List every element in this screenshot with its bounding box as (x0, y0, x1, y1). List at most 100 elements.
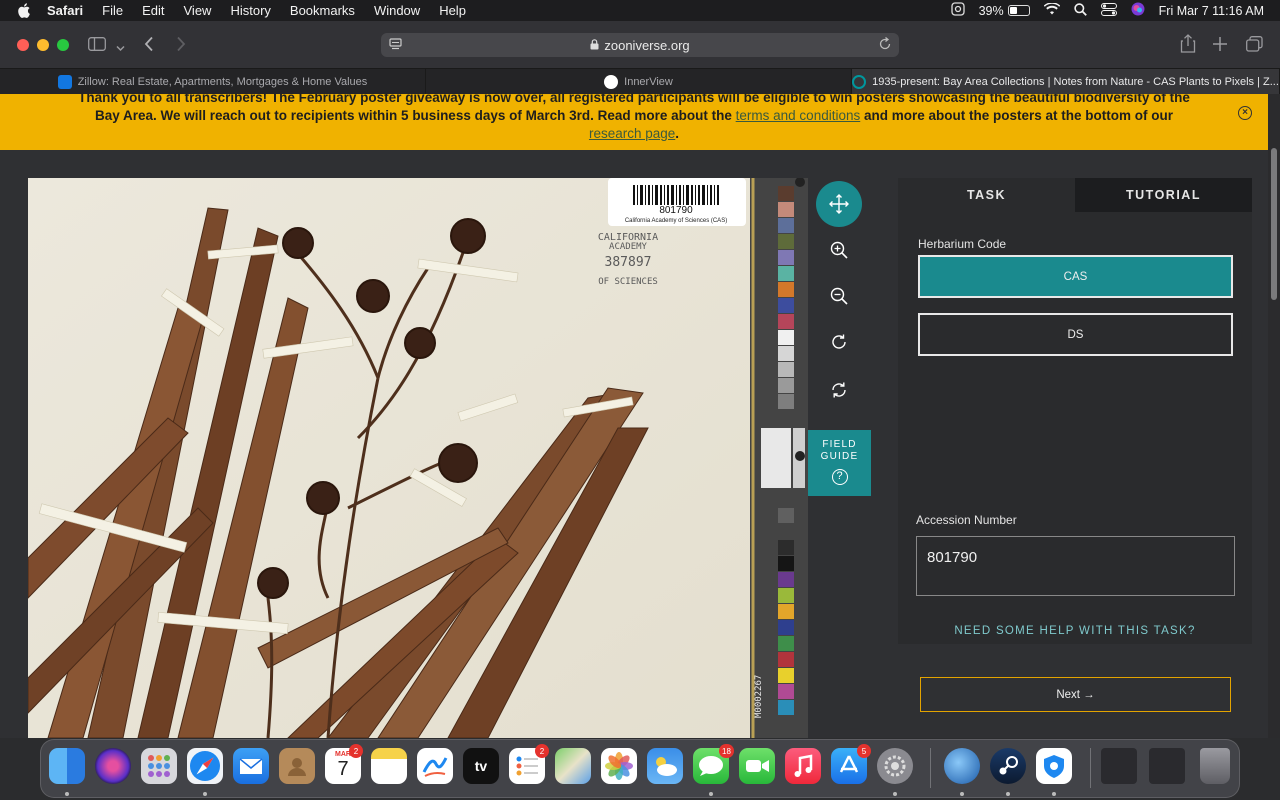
freeform-icon[interactable] (417, 748, 453, 784)
menu-edit[interactable]: Edit (142, 3, 164, 18)
minimized-window-2-icon[interactable] (1149, 748, 1185, 784)
herbarium-option-ds[interactable]: DS (918, 313, 1233, 356)
specimen-image[interactable]: 801790 California Academy of Sciences (C… (28, 178, 808, 738)
lock-icon (590, 38, 599, 53)
next-button[interactable]: Next → (920, 677, 1231, 712)
herbarium-option-cas[interactable]: CAS (918, 255, 1233, 298)
weather-icon[interactable] (647, 748, 683, 784)
back-button[interactable] (144, 36, 154, 57)
task-tabs: TASK TUTORIAL (898, 178, 1252, 212)
menu-window[interactable]: Window (374, 3, 420, 18)
barcode-caption: California Academy of Sciences (CAS) (625, 218, 727, 224)
menu-app-safari[interactable]: Safari (47, 3, 83, 18)
zooniverse-icon (852, 75, 867, 89)
maps-icon[interactable] (555, 748, 591, 784)
rotate-icon (832, 334, 846, 349)
launchpad-icon[interactable] (141, 748, 177, 784)
new-tab-icon[interactable] (1213, 37, 1227, 56)
calendar-day: 7 (337, 758, 349, 780)
tab-overview-icon[interactable] (1246, 36, 1263, 57)
reset-view-button[interactable] (816, 367, 862, 413)
wifi-icon[interactable] (1043, 2, 1060, 18)
menu-file[interactable]: File (102, 3, 123, 18)
stamp-line-2: ACADEMY (609, 242, 648, 252)
reset-icon (832, 382, 846, 398)
banner-line-3: research page. (60, 125, 1208, 143)
url-text: zooniverse.org (604, 37, 690, 53)
system-settings-icon[interactable] (877, 748, 913, 784)
mail-icon[interactable] (233, 748, 269, 784)
safari-dock-icon[interactable] (187, 748, 223, 784)
forward-button[interactable] (176, 36, 186, 57)
battery-status[interactable]: 39% (979, 4, 1030, 18)
apple-icon[interactable] (17, 3, 31, 18)
announcement-banner: Thank you to all transcribers! The Febru… (0, 94, 1268, 150)
reminders-badge: 2 (535, 744, 549, 758)
siri-dock-icon[interactable] (95, 748, 131, 784)
zoom-in-button[interactable] (816, 227, 862, 273)
zoom-out-icon (830, 287, 848, 305)
field-guide-button[interactable]: FIELD GUIDE ? (808, 430, 871, 496)
control-center-icon[interactable] (1100, 2, 1117, 19)
share-icon[interactable] (1180, 34, 1196, 58)
help-task-link[interactable]: NEED SOME HELP WITH THIS TASK? (898, 625, 1252, 637)
zoom-window-button[interactable] (57, 38, 69, 51)
reader-view-icon[interactable] (389, 38, 402, 54)
contacts-icon[interactable] (279, 748, 315, 784)
trash-icon[interactable] (1200, 748, 1230, 784)
close-window-button[interactable] (17, 38, 29, 51)
reload-icon[interactable] (879, 36, 891, 53)
tab-zillow[interactable]: Zillow: Real Estate, Apartments, Mortgag… (0, 69, 426, 95)
minimize-window-button[interactable] (37, 38, 49, 51)
messages-badge: 18 (719, 744, 734, 758)
tab-group-chevron-icon[interactable] (116, 39, 125, 57)
photos-icon[interactable] (601, 748, 637, 784)
calendar-badge: 2 (349, 744, 363, 758)
spotlight-search-icon[interactable] (1073, 2, 1087, 19)
menubar-datetime[interactable]: Fri Mar 7 11:16 AM (1159, 4, 1264, 18)
rotate-button[interactable] (816, 319, 862, 365)
siri-icon[interactable] (1131, 2, 1145, 19)
field-guide-label-1: FIELD (822, 439, 857, 450)
banner-text: Bay Area. We will reach out to recipient… (94, 108, 736, 123)
page-scrollbar[interactable] (1268, 94, 1280, 738)
tab-zooniverse[interactable]: 1935-present: Bay Area Collections | Not… (852, 69, 1280, 95)
zoom-in-icon (830, 241, 848, 259)
address-bar[interactable]: zooniverse.org (381, 33, 899, 57)
terms-link[interactable]: terms and conditions (736, 108, 861, 123)
tab-tutorial[interactable]: TUTORIAL (1075, 178, 1252, 212)
steam-icon[interactable] (990, 748, 1026, 784)
zoom-out-button[interactable] (816, 273, 862, 319)
stamp-line-3: OF SCIENCES (598, 277, 658, 287)
facetime-icon[interactable] (739, 748, 775, 784)
accession-number-input[interactable]: 801790 (916, 536, 1235, 596)
privacy-shield-icon[interactable] (950, 2, 965, 19)
move-tool-button[interactable] (816, 181, 862, 227)
close-banner-icon[interactable]: × (1238, 106, 1252, 120)
image-toolbar: FIELD GUIDE ? (808, 178, 871, 738)
music-icon[interactable] (785, 748, 821, 784)
research-page-link[interactable]: research page (589, 126, 675, 141)
tab-innerview[interactable]: InnerView (426, 69, 852, 95)
battery-percent: 39% (978, 3, 1004, 18)
finder-icon[interactable] (49, 748, 85, 784)
menu-history[interactable]: History (230, 3, 270, 18)
tab-title: InnerView (624, 76, 673, 88)
barcode-number: 801790 (659, 205, 693, 216)
tab-task[interactable]: TASK (898, 178, 1075, 212)
network-utility-icon[interactable] (944, 748, 980, 784)
stamp-number: 387897 (605, 255, 652, 270)
tab-title: Zillow: Real Estate, Apartments, Mortgag… (77, 76, 368, 88)
apple-tv-icon[interactable]: tv (463, 748, 499, 784)
privacy-app-icon[interactable] (1036, 748, 1072, 784)
sidebar-toggle-icon[interactable] (88, 37, 106, 56)
menu-bookmarks[interactable]: Bookmarks (290, 3, 355, 18)
move-icon (829, 194, 849, 214)
menu-bar: Safari File Edit View History Bookmarks … (0, 0, 1280, 21)
minimized-window-1-icon[interactable] (1101, 748, 1137, 784)
menu-help[interactable]: Help (439, 3, 466, 18)
scrollbar-thumb[interactable] (1271, 148, 1277, 300)
dock: MAR 7 2 tv 2 18 5 (40, 739, 1240, 798)
notes-icon[interactable] (371, 748, 407, 784)
menu-view[interactable]: View (184, 3, 212, 18)
